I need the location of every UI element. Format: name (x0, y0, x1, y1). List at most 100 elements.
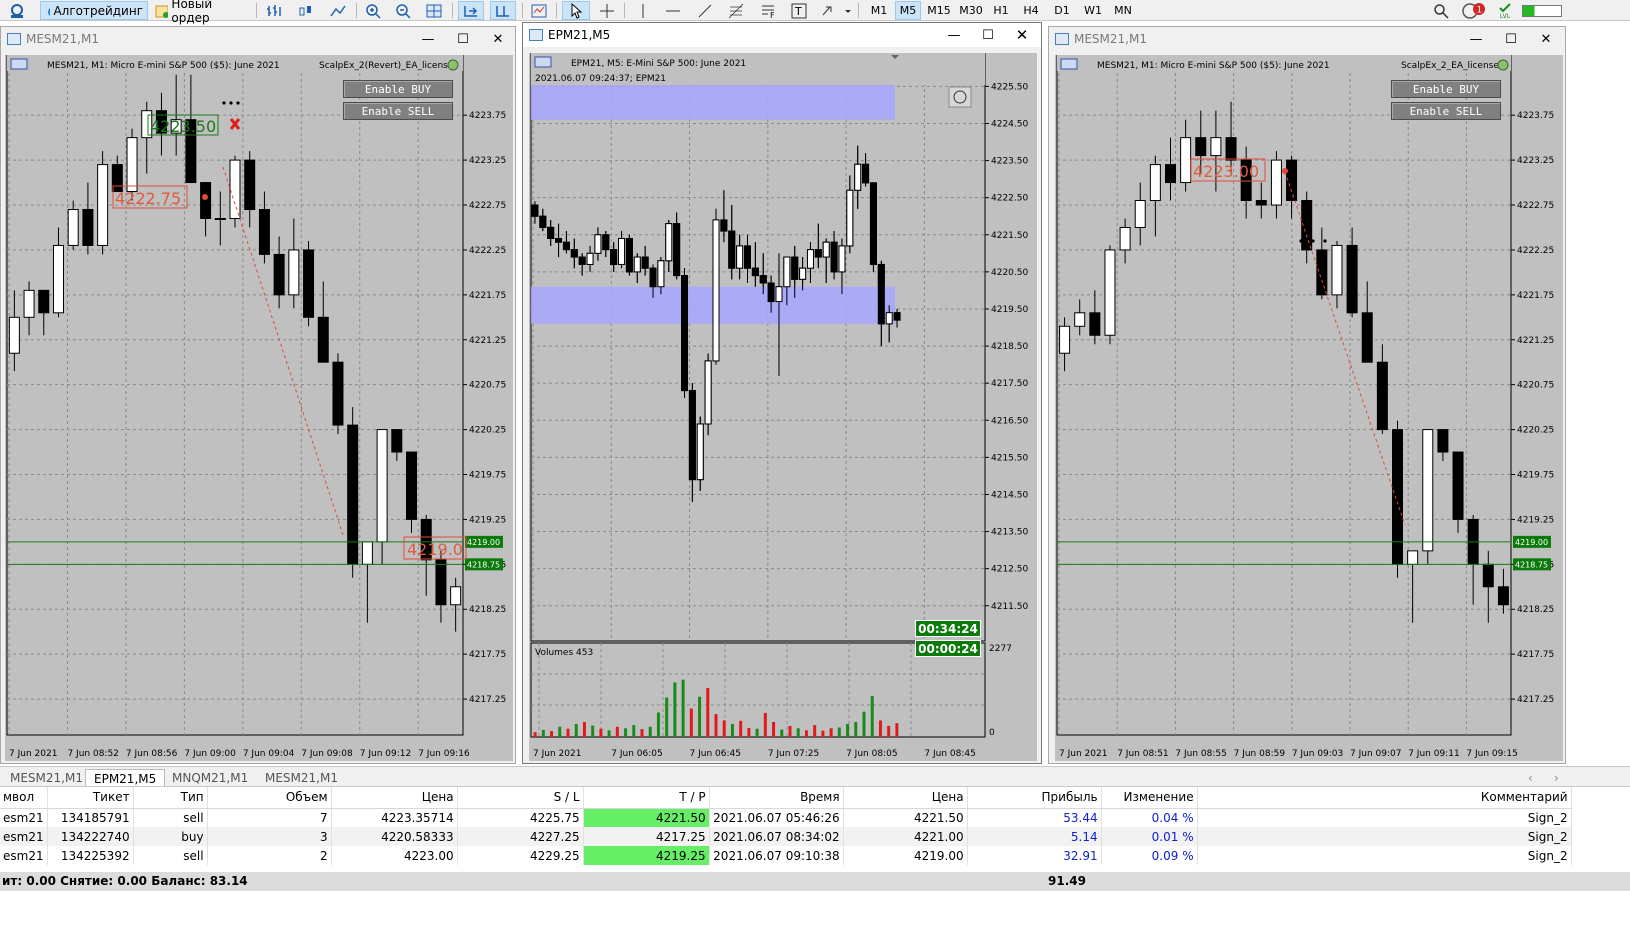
maximize-button[interactable]: ☐ (1496, 27, 1526, 51)
symbol-info: MESM21, M1: Micro E-mini S&P 500 ($5): J… (47, 61, 280, 71)
bull-candle (846, 189, 854, 247)
x-axis-label: 7 Jun 09:04 (243, 749, 295, 759)
minimize-button[interactable]: — (413, 27, 443, 51)
bull-candle (361, 541, 373, 565)
bear-candle (1361, 312, 1373, 363)
tab-mesm21-m1[interactable]: MESM21,M1 (10, 769, 83, 787)
search-icon[interactable] (1430, 1, 1452, 20)
crosshair-icon[interactable] (596, 1, 618, 20)
bull-candle (783, 256, 791, 288)
tabs-scroll-left[interactable]: ‹ (1528, 769, 1533, 787)
vertical-line-icon[interactable] (632, 1, 654, 20)
maximize-button[interactable]: ☐ (448, 27, 478, 51)
notifications-icon[interactable]: 1 (1460, 1, 1488, 20)
enable-sell-button[interactable]: Enable SELL (343, 102, 453, 120)
enable-buy-button[interactable]: Enable BUY (343, 80, 453, 98)
cursor-icon[interactable] (562, 1, 590, 20)
tab-mnqm21-m1[interactable]: MNQM21,M1 (172, 769, 248, 787)
plot-frame (1056, 55, 1512, 736)
price-chart[interactable]: 4223.75 4223.25 4222.75 4222.25 4221.75 4221.… (1055, 55, 1563, 761)
shapes-dropdown[interactable] (818, 1, 854, 20)
trendline-icon[interactable] (694, 1, 716, 20)
bull-candle (8, 316, 20, 354)
column-header[interactable]: T / P (583, 787, 710, 809)
timeframe-m1[interactable]: M1 (866, 1, 892, 20)
table-row[interactable]: esm21 134185791 sell 7 4223.35714 4225.75 4221… (0, 808, 1572, 827)
bull-candle (67, 209, 79, 246)
column-header[interactable]: Объем (207, 787, 332, 809)
chart-area[interactable]: 4223.75 4223.25 4222.75 4222.25 4221.75 4221.… (1055, 55, 1563, 761)
enable-buy-button[interactable]: Enable BUY (1391, 80, 1501, 98)
column-header[interactable]: Изменение (1101, 787, 1198, 809)
column-header[interactable]: Цена (331, 787, 458, 809)
table-row[interactable]: esm21 134225392 sell 2 4223.00 4229.25 4219.25… (0, 846, 1572, 865)
tile-windows-icon[interactable] (422, 1, 446, 20)
timeframe-h1[interactable]: H1 (988, 1, 1014, 20)
column-header[interactable]: мвол (0, 787, 48, 809)
chart-window-epm21[interactable]: EPM21,M5 — ☐ ✕ 4225.50 4224.50 4223.50 4222… (522, 22, 1042, 764)
templates-icon[interactable] (528, 1, 550, 20)
table-row[interactable]: esm21 134222740 buy 3 4220.58333 4227.25 4217.… (0, 827, 1572, 846)
algotrading-button[interactable]: Алготрейдинг (40, 1, 148, 20)
strategy-tester-icon[interactable] (4, 1, 30, 20)
column-header[interactable]: Прибыль (967, 787, 1102, 809)
fibonacci-icon[interactable] (724, 1, 748, 20)
auto-scroll-icon[interactable] (458, 1, 484, 20)
timeframe-d1[interactable]: D1 (1049, 1, 1075, 20)
bull-candle (696, 423, 704, 481)
bull-candle (1134, 200, 1146, 228)
table-cell: 4223.35714 (331, 808, 458, 827)
column-header[interactable]: Цена (843, 787, 968, 809)
column-header[interactable]: Тип (133, 787, 208, 809)
y-axis-label: 4217.50 (991, 379, 1028, 389)
bull-candle (1074, 312, 1086, 327)
enable-sell-button[interactable]: Enable SELL (1391, 102, 1501, 120)
timeframe-m30[interactable]: M30 (956, 1, 986, 20)
chart-area[interactable]: 4223.75 4223.25 4222.75 4222.25 4221.75 4221.… (5, 55, 513, 761)
volumes-label: Volumes 453 (535, 648, 593, 658)
channel-icon[interactable]: F (756, 1, 780, 20)
new-order-button[interactable]: Новый ордер (150, 0, 250, 25)
column-header[interactable]: Время (709, 787, 844, 809)
minimize-button[interactable]: — (939, 23, 969, 47)
column-header[interactable]: Тикет (47, 787, 134, 809)
zoom-in-icon[interactable] (362, 1, 384, 20)
tab-epm21-m5[interactable]: EPM21,M5 (85, 769, 166, 787)
minimize-button[interactable]: — (1461, 27, 1491, 51)
table-cell: Sign_2 (1197, 846, 1572, 865)
maximize-button[interactable]: ☐ (973, 23, 1003, 47)
timeframe-m15[interactable]: M15 (924, 1, 954, 20)
chart-shift-icon[interactable] (490, 1, 516, 20)
timeframe-m5[interactable]: M5 (895, 1, 921, 20)
zoom-out-icon[interactable] (392, 1, 414, 20)
horizontal-line-icon[interactable] (662, 1, 684, 20)
bear-candle (1346, 244, 1358, 314)
tabs-scroll-right[interactable]: › (1554, 769, 1559, 787)
chart-area[interactable]: 4225.50 4224.50 4223.50 4222.50 4221.50 4220.… (529, 53, 1037, 761)
y-axis-label: 4216.50 (991, 416, 1028, 426)
timeframe-h4[interactable]: H4 (1018, 1, 1044, 20)
window-title: EPM21,M5 (548, 28, 611, 42)
text-label-icon[interactable]: T (788, 1, 810, 20)
chart-window-mesm21-left[interactable]: MESM21,M1 — ☐ ✕ 4223.75 4223.25 4222.75 422… (0, 26, 516, 764)
timeframe-w1[interactable]: W1 (1080, 1, 1106, 20)
tab-mesm21-m1-2[interactable]: MESM21,M1 (265, 769, 338, 787)
column-header[interactable]: Комментарий (1197, 787, 1572, 809)
timeframe-mn[interactable]: MN (1110, 1, 1136, 20)
bear-candle (649, 267, 657, 288)
line-chart-icon[interactable] (326, 1, 350, 20)
close-button[interactable]: ✕ (1007, 23, 1037, 47)
close-button[interactable]: ✕ (1531, 27, 1561, 51)
price-chart[interactable]: 4223.75 4223.25 4222.75 4222.25 4221.75 4221.… (5, 55, 513, 761)
y-axis-label: 4222.50 (991, 194, 1028, 204)
table-cell: 7 (207, 808, 332, 827)
close-button[interactable]: ✕ (483, 27, 513, 51)
symbol-info: MESM21, M1: Micro E-mini S&P 500 ($5): J… (1097, 61, 1330, 71)
new-order-icon (155, 5, 169, 18)
bull-candle (633, 256, 641, 273)
bar-chart-icon[interactable] (262, 1, 286, 20)
x-axis-label: 7 Jun 06:45 (690, 749, 741, 759)
chart-window-mesm21-right[interactable]: MESM21,M1 — ☐ ✕ 4223.75 4223.25 4222.75 422… (1048, 26, 1566, 764)
column-header[interactable]: S / L (457, 787, 584, 809)
candlestick-chart-icon[interactable] (294, 1, 318, 20)
